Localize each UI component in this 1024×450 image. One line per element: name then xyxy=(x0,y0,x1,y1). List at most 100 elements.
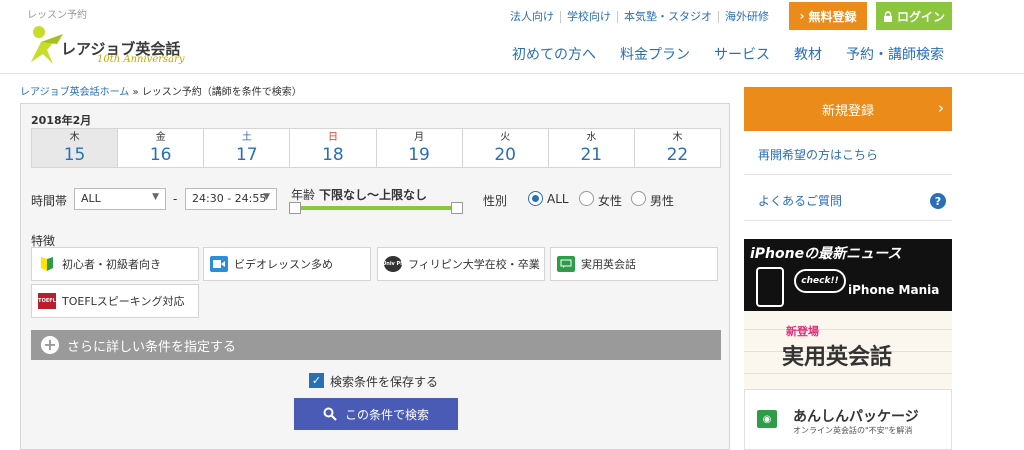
save-criteria-label: 検索条件を保存する xyxy=(330,375,439,389)
date-number: 19 xyxy=(408,145,430,165)
date-cell[interactable]: 水 21 xyxy=(547,129,634,167)
feature-beginner[interactable]: 初心者・初級者向き xyxy=(31,247,199,281)
time-from-value: ALL xyxy=(81,192,101,205)
conversation-icon xyxy=(557,256,575,272)
sidebar-link-label: よくあるご質問 xyxy=(758,194,843,208)
banner-subtitle: iPhone Mania xyxy=(848,283,940,297)
feature-video[interactable]: ビデオレッスン多め xyxy=(203,247,371,281)
gender-option-all: ALL xyxy=(547,192,569,206)
more-conditions-toggle[interactable]: + さらに詳しい条件を指定する xyxy=(31,330,721,360)
time-label: 時間帯 xyxy=(31,194,68,208)
free-register-label: 無料登録 xyxy=(808,9,857,24)
site-header: レッスン予約 レアジョブ英会話 10th Anniversary 法人向け 学校… xyxy=(0,0,1024,74)
chevron-down-icon: ▼ xyxy=(152,192,159,202)
date-number: 18 xyxy=(322,145,344,165)
date-dow: 金 xyxy=(155,132,166,143)
date-number: 17 xyxy=(235,145,258,165)
age-slider-track[interactable] xyxy=(295,206,461,210)
free-register-button[interactable]: › 無料登録 xyxy=(789,2,867,30)
breadcrumb-home[interactable]: レアジョブ英会話ホーム xyxy=(20,87,129,98)
login-button[interactable]: ログイン xyxy=(876,2,952,30)
feature-label: 実用英会話 xyxy=(581,258,636,271)
date-number: 15 xyxy=(63,145,86,165)
checkmark-icon: ✓ xyxy=(311,374,322,387)
top-link-studio[interactable]: 本気塾・スタジオ xyxy=(617,11,718,23)
breadcrumb-separator: » xyxy=(132,87,139,98)
video-icon xyxy=(210,256,228,272)
feature-university[interactable]: Univ Ph フィリピン大学在校・卒業 xyxy=(377,247,545,281)
nav-reservation[interactable]: 予約・講師検索 xyxy=(834,44,956,64)
toefl-icon: TOEFL xyxy=(38,293,56,309)
date-number: 22 xyxy=(666,145,689,165)
date-number: 21 xyxy=(580,145,603,165)
teacher-search-panel: 2018年2月 木 15 金 16 土 17 日 18 月 19 火 20 水 21 木 22 … xyxy=(20,103,730,450)
anshin-package-banner[interactable]: ◉ あんしんパッケージ オンライン英会話の"不安"を解消 xyxy=(744,389,952,450)
time-to-select[interactable]: 24:30 - 24:55 ▼ xyxy=(185,188,277,210)
time-to-value: 24:30 - 24:55 xyxy=(192,192,267,205)
top-utility-links: 法人向け 学校向け 本気塾・スタジオ 海外研修 xyxy=(510,9,775,25)
more-conditions-label: さらに詳しい条件を指定する xyxy=(67,339,237,355)
top-link-corporate[interactable]: 法人向け xyxy=(510,11,560,23)
search-button-label: この条件で検索 xyxy=(344,407,429,422)
gender-radio-female[interactable] xyxy=(579,191,594,206)
feature-label: TOEFLスピーキング対応 xyxy=(62,295,185,308)
practical-english-banner[interactable]: 新登場 実用英会話 xyxy=(744,311,952,389)
beginner-icon xyxy=(41,257,53,271)
sidebar-link-faq[interactable]: よくあるご質問 ? xyxy=(744,181,952,221)
date-dow: 日 xyxy=(327,132,338,143)
sidebar-link-resume[interactable]: 再開希望の方はこちら xyxy=(744,135,952,175)
date-cell[interactable]: 火 20 xyxy=(461,129,548,167)
feature-conversation[interactable]: 実用英会話 xyxy=(550,247,718,281)
feature-label: ビデオレッスン多め xyxy=(234,258,333,271)
sidebar-link-label: 再開希望の方はこちら xyxy=(758,148,879,162)
chevron-down-icon: ▼ xyxy=(263,192,270,202)
search-button[interactable]: この条件で検索 xyxy=(294,398,458,430)
date-cell[interactable]: 土 17 xyxy=(203,129,289,167)
main-nav: 初めての方へ 料金プラン サービス 教材 予約・講師検索 xyxy=(512,44,956,64)
people-icon: ◉ xyxy=(757,410,777,428)
time-from-select[interactable]: ALL ▼ xyxy=(74,188,166,210)
help-icon: ? xyxy=(930,193,946,209)
age-slider-min-handle[interactable] xyxy=(289,202,301,214)
sidebar-register-label: 新規登録 xyxy=(821,103,874,119)
plus-icon: + xyxy=(41,336,59,354)
top-link-overseas[interactable]: 海外研修 xyxy=(718,11,775,23)
feature-toefl[interactable]: TOEFL TOEFLスピーキング対応 xyxy=(31,284,199,318)
banner-title: iPhoneの最新ニュース xyxy=(750,246,902,262)
banner-pattern-line xyxy=(744,373,952,374)
check-badge: check!! xyxy=(794,269,846,293)
gender-label: 性別 xyxy=(483,194,508,208)
date-dow: 木 xyxy=(69,132,80,143)
save-criteria-checkbox[interactable]: ✓ xyxy=(309,373,324,388)
breadcrumb-current: レッスン予約（講師を条件で検索） xyxy=(141,87,302,98)
date-cell[interactable]: 日 18 xyxy=(289,129,375,167)
date-cell[interactable]: 金 16 xyxy=(117,129,203,167)
date-cell[interactable]: 木 15 xyxy=(32,129,118,167)
banner-subtitle: オンライン英会話の"不安"を解消 xyxy=(793,426,913,435)
top-link-school[interactable]: 学校向け xyxy=(560,11,617,23)
nav-pricing[interactable]: 料金プラン xyxy=(608,44,702,64)
sidebar-register-button[interactable]: 新規登録 › xyxy=(744,87,952,131)
date-dow: 木 xyxy=(672,132,683,143)
gender-radio-all[interactable] xyxy=(528,191,543,206)
site-logo[interactable]: レアジョブ英会話 10th Anniversary xyxy=(27,24,197,68)
nav-services[interactable]: サービス xyxy=(702,44,782,64)
date-selector: 木 15 金 16 土 17 日 18 月 19 火 20 水 21 木 22 xyxy=(31,128,721,168)
search-icon xyxy=(323,407,337,421)
smartphone-icon xyxy=(756,267,784,307)
nav-beginners[interactable]: 初めての方へ xyxy=(512,44,608,64)
date-number: 20 xyxy=(494,145,516,165)
new-badge: 新登場 xyxy=(786,325,819,338)
calendar-month: 2018年2月 xyxy=(31,114,92,127)
page-tagline: レッスン予約 xyxy=(27,10,87,21)
date-cell[interactable]: 月 19 xyxy=(375,129,462,167)
date-cell[interactable]: 木 22 xyxy=(633,129,720,167)
banner-title: 実用英会話 xyxy=(782,345,893,370)
iphone-mania-banner[interactable]: iPhoneの最新ニュース check!! iPhone Mania xyxy=(744,239,952,311)
age-label: 年齢 xyxy=(291,188,316,202)
nav-materials[interactable]: 教材 xyxy=(782,44,834,64)
age-slider-max-handle[interactable] xyxy=(451,202,463,214)
gender-option-male: 男性 xyxy=(650,194,675,208)
gender-radio-male[interactable] xyxy=(631,191,646,206)
breadcrumb: レアジョブ英会話ホーム » レッスン予約（講師を条件で検索） xyxy=(20,83,302,98)
